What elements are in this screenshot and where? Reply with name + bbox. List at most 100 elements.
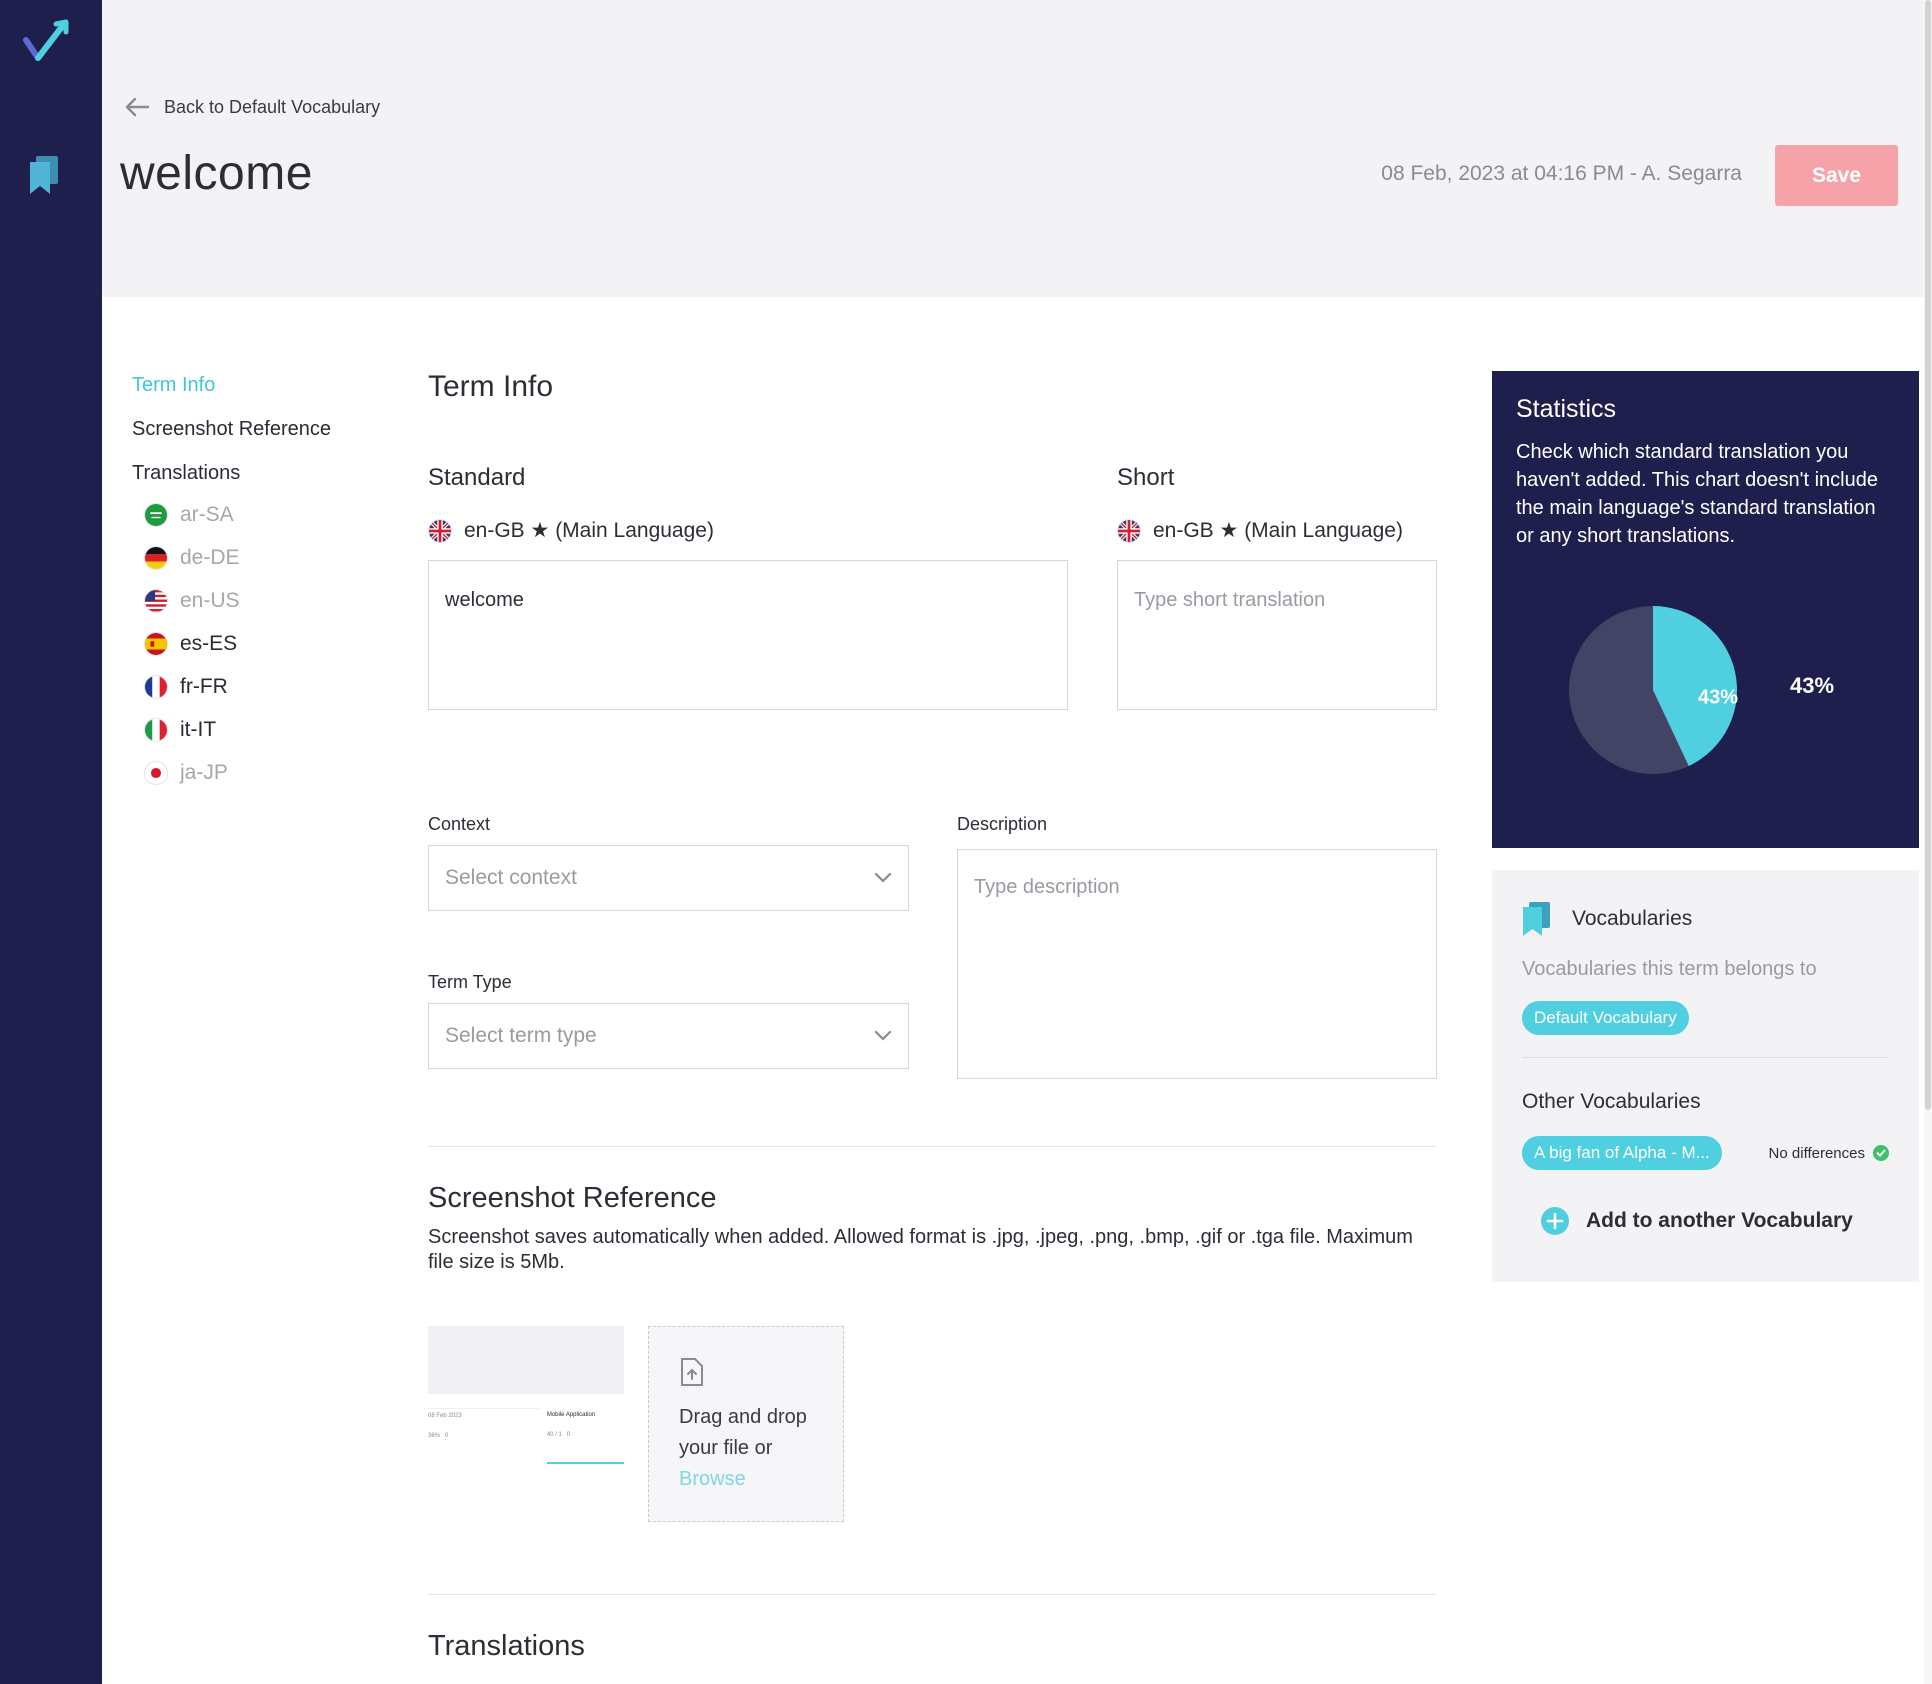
term-info-title: Term Info [428,370,554,403]
term-type-select[interactable]: Select term type [428,1003,909,1069]
translations-title: Translations [428,1630,585,1662]
statistics-percentage: 43% [1790,673,1835,698]
page-title: welcome [120,147,313,200]
language-label: es-ES [180,631,238,655]
short-language-label: en-GB ★ (Main Language) [1153,519,1403,542]
toc-language-list: ar-SA de-DE en-US es-ES fr-FR it-IT ja-J… [132,493,392,794]
term-type-label: Term Type [428,972,512,992]
app-sidebar [0,0,102,1684]
add-to-vocabulary-label: Add to another Vocabulary [1586,1209,1853,1232]
chevron-down-icon [874,872,892,883]
context-field: Context Select context [428,814,909,911]
screenshot-thumbnail[interactable]: 08 Feb 2023 36% 0 Mobile Application 40 … [428,1326,624,1466]
vocabulary-chip-default[interactable]: Default Vocabulary [1522,1001,1689,1035]
vocabulary-chip-other[interactable]: A big fan of Alpha - M... [1522,1136,1722,1170]
toc-screenshot-reference[interactable]: Screenshot Reference [132,418,392,441]
dropzone-text: Drag and drop your file or [679,1406,807,1459]
toc-language-ja-jp[interactable]: ja-JP [132,751,392,794]
term-type-placeholder: Select term type [445,1024,597,1047]
scrollbar-thumb[interactable] [1925,0,1931,1110]
short-translation-input[interactable]: Type short translation [1117,560,1437,710]
language-label: en-US [180,588,240,612]
scrollbar[interactable] [1924,0,1932,1684]
standard-translation-input[interactable]: welcome [428,560,1068,710]
check-circle-icon [1873,1145,1889,1161]
toc-term-info[interactable]: Term Info [132,374,392,397]
statistics-pie-chart: 43% [1569,606,1738,774]
other-vocabulary-row: A big fan of Alpha - M... No differences [1522,1136,1889,1170]
vocabulary-icon [1523,902,1550,936]
screenshot-help-text: Screenshot saves automatically when adde… [428,1226,1413,1273]
screenshot-reference-title: Screenshot Reference [428,1182,717,1214]
language-label: fr-FR [180,674,228,698]
thumbnail-title: Mobile Application [546,1412,596,1418]
context-placeholder: Select context [445,866,577,889]
vocabularies-divider [1522,1057,1889,1058]
flag-sa-icon [144,502,168,527]
browse-link[interactable]: Browse [679,1468,746,1490]
vocabularies-title: Vocabularies [1572,907,1693,930]
standard-translation-value: welcome [445,589,524,611]
context-select[interactable]: Select context [428,845,909,911]
chevron-down-icon [874,1030,892,1041]
flag-jp-icon [144,760,168,785]
main-content: Term Info Standard en-GB ★ (Main Languag… [428,370,1437,1662]
section-divider [428,1594,1436,1595]
vocabularies-card: Vocabularies Vocabularies this term belo… [1492,870,1919,1282]
vocabulary-nav-icon[interactable] [28,156,60,194]
page-header: Back to Default Vocabulary welcome 08 Fe… [102,0,1932,297]
description-input[interactable]: Type description [957,849,1437,1079]
add-to-vocabulary-button[interactable]: Add to another Vocabulary [1540,1206,1889,1236]
screenshot-section: Screenshot Reference Screenshot saves au… [428,1182,1436,1522]
short-language: en-GB ★ (Main Language) [1117,518,1437,543]
flag-es-icon [144,631,168,656]
short-translation-placeholder: Type short translation [1134,589,1326,611]
description-label: Description [957,814,1048,834]
language-label: ja-JP [180,760,228,784]
statistics-card: Statistics Check which standard translat… [1492,371,1919,848]
save-button[interactable]: Save [1775,145,1898,206]
context-label: Context [428,814,491,834]
statistics-title: Statistics [1516,395,1617,423]
flag-gb-icon [1117,518,1141,543]
flag-de-icon [144,545,168,570]
file-upload-icon [681,1358,703,1386]
back-link-label: Back to Default Vocabulary [164,96,381,117]
language-label: ar-SA [180,502,234,526]
other-vocabularies-title: Other Vocabularies [1522,1090,1701,1113]
section-divider [428,1146,1436,1147]
flag-gb-icon [428,518,452,543]
standard-language-label: en-GB ★ (Main Language) [464,519,714,542]
section-nav: Term Info Screenshot Reference Translati… [132,374,392,794]
language-label: it-IT [180,717,217,741]
short-title: Short [1117,464,1175,491]
no-differences-label: No differences [1768,1144,1865,1162]
short-column: Short en-GB ★ (Main Language) Type short… [1117,464,1437,710]
flag-it-icon [144,717,168,742]
description-placeholder: Type description [974,876,1120,898]
app-logo-icon[interactable] [22,18,72,66]
toc-language-en-us[interactable]: en-US [132,579,392,622]
toc-language-fr-fr[interactable]: fr-FR [132,665,392,708]
toc-language-it-it[interactable]: it-IT [132,708,392,751]
flag-fr-icon [144,674,168,699]
back-link[interactable]: Back to Default Vocabulary [124,96,380,118]
toc-translations[interactable]: Translations [132,462,392,485]
vocabularies-header: Vocabularies [1522,902,1889,936]
file-dropzone[interactable]: Drag and drop your file or Browse [648,1326,844,1522]
vocabularies-subtitle: Vocabularies this term belongs to [1522,958,1817,980]
no-differences-status: No differences [1769,1145,1889,1162]
toc-language-es-es[interactable]: es-ES [132,622,392,665]
standard-language: en-GB ★ (Main Language) [428,518,1068,543]
statistics-description: Check which standard translation you hav… [1516,441,1878,547]
pie-slice-label: 43% [1698,687,1738,709]
arrow-left-icon [125,97,150,117]
language-label: de-DE [180,545,240,569]
toc-language-de-de[interactable]: de-DE [132,536,392,579]
toc-language-ar-sa[interactable]: ar-SA [132,493,392,536]
standard-title: Standard [428,464,526,491]
description-field: Description Type description [957,814,1437,1079]
term-type-field: Term Type Select term type [428,972,909,1069]
plus-circle-icon [1541,1207,1569,1235]
flag-us-icon [144,588,168,613]
